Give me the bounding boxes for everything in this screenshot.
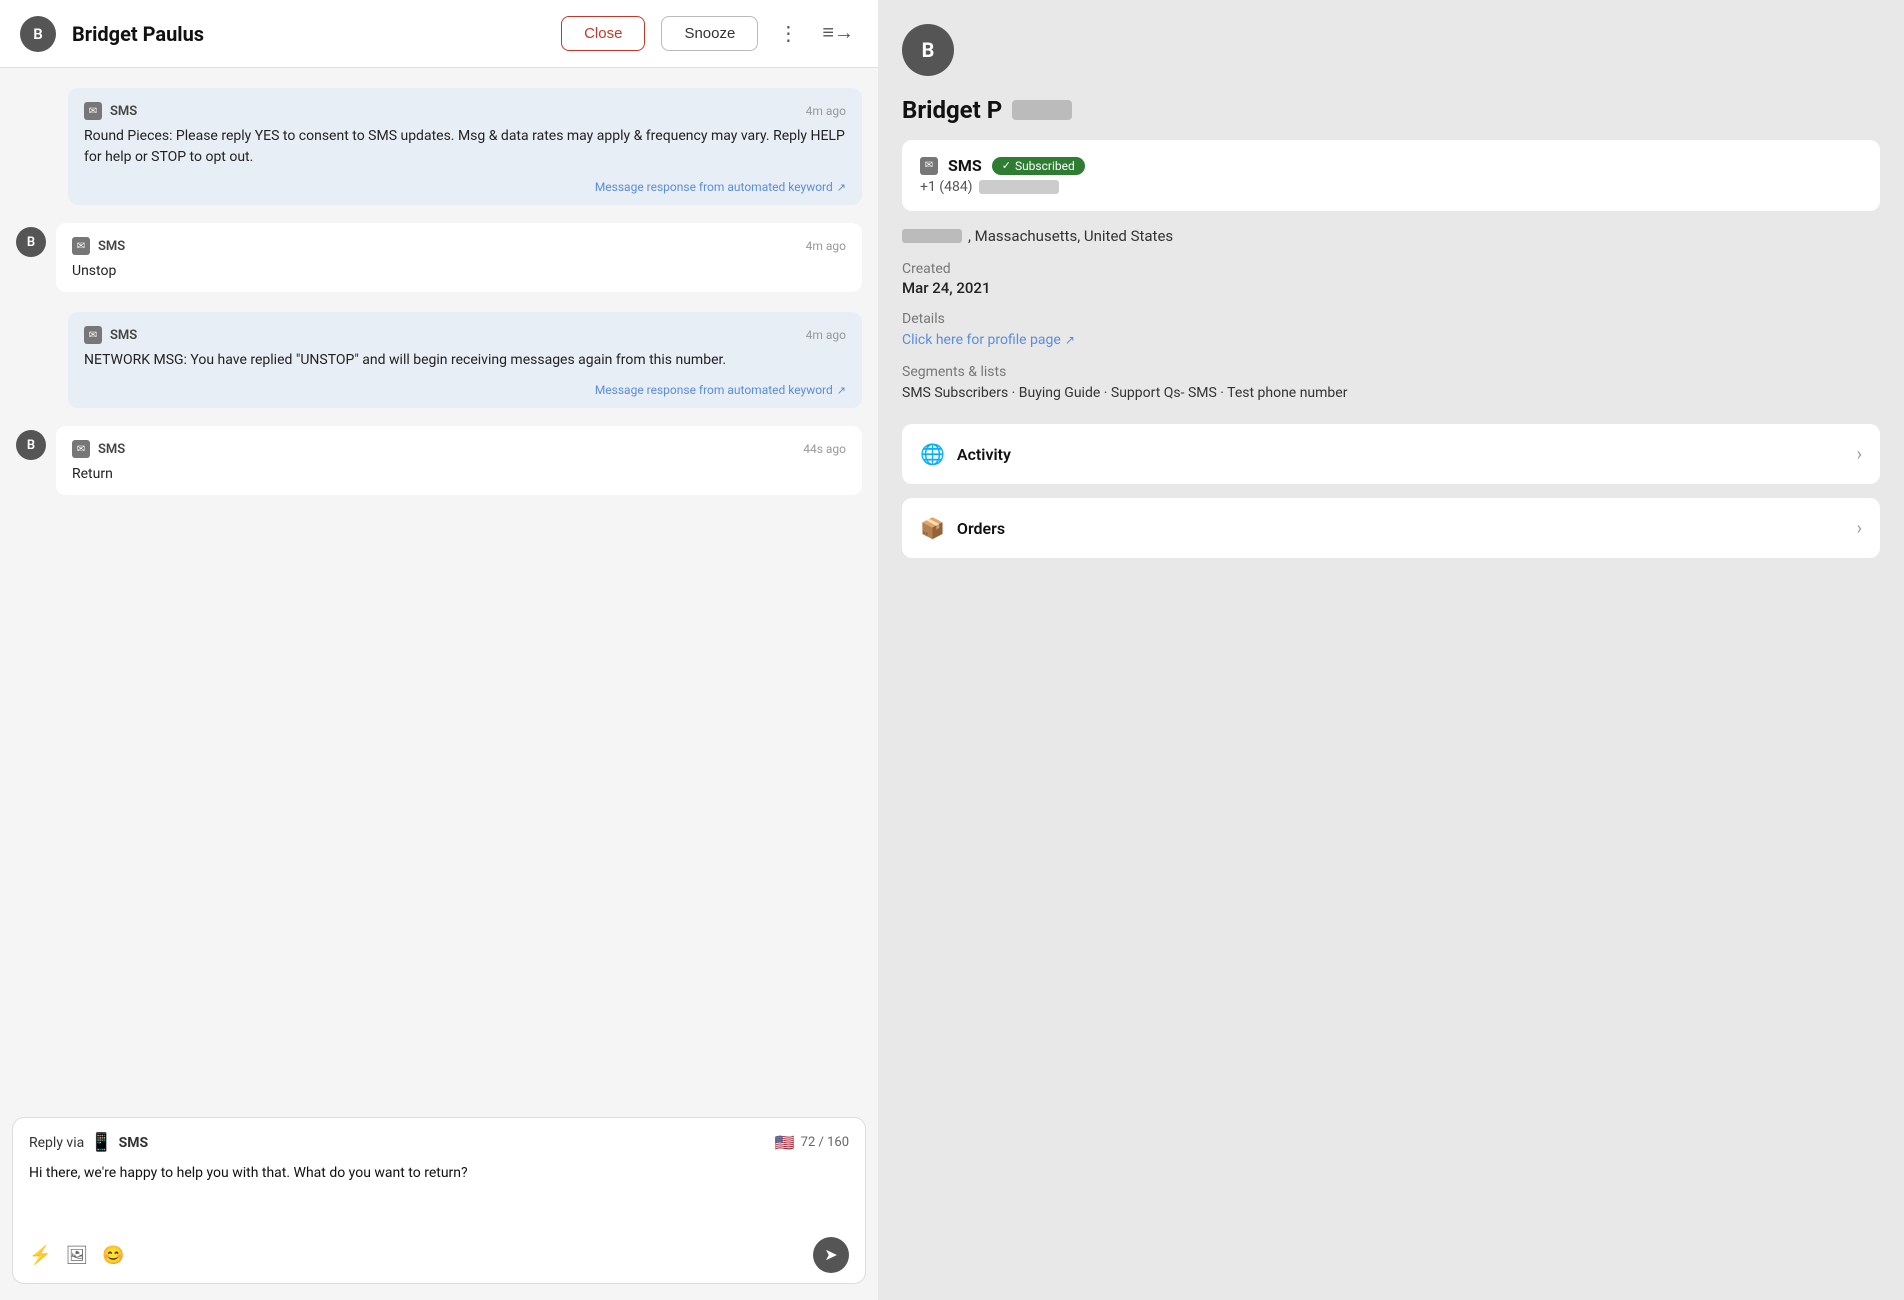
msg-time-4: 44s ago bbox=[803, 442, 846, 456]
name-blur bbox=[1012, 100, 1072, 120]
image-button[interactable]: 🖼 bbox=[65, 1245, 88, 1266]
contact-name-header: Bridget Paulus bbox=[72, 22, 545, 46]
sms-info-card: ✉ SMS Subscribed +1 (484) bbox=[902, 140, 1880, 211]
orders-icon: 📦 bbox=[920, 516, 945, 540]
segments-label: Segments & lists bbox=[902, 364, 1880, 380]
msg-time-1: 4m ago bbox=[806, 104, 846, 118]
segments-section: Segments & lists SMS Subscribers · Buyin… bbox=[902, 364, 1880, 404]
created-date: Mar 24, 2021 bbox=[902, 279, 1880, 297]
message-4: ✉ SMS 44s ago Return bbox=[56, 426, 862, 495]
message-3: ✉ SMS 4m ago NETWORK MSG: You have repli… bbox=[68, 312, 862, 408]
created-label: Created bbox=[902, 261, 1880, 277]
location-blur bbox=[902, 229, 962, 243]
conversation-header: B Bridget Paulus Close Snooze ⋮ ≡→ bbox=[0, 0, 878, 68]
msg-body-1: Round Pieces: Please reply YES to consen… bbox=[84, 126, 846, 168]
orders-label: Orders bbox=[957, 519, 1845, 538]
message-2: ✉ SMS 4m ago Unstop bbox=[56, 223, 862, 292]
msg-footer-link-3[interactable]: Message response from automated keyword bbox=[595, 383, 846, 397]
contact-header: B bbox=[902, 24, 1880, 76]
emoji-button[interactable]: 😊 bbox=[102, 1245, 124, 1266]
reply-toolbar: ⚡ 🖼 😊 ➤ bbox=[29, 1237, 849, 1273]
msg-body-2: Unstop bbox=[72, 261, 846, 282]
segments-text: SMS Subscribers · Buying Guide · Support… bbox=[902, 382, 1880, 404]
msg-channel-1: SMS bbox=[110, 104, 137, 119]
subscribed-badge: Subscribed bbox=[992, 157, 1085, 175]
messages-area: ✉ SMS 4m ago Round Pieces: Please reply … bbox=[0, 68, 878, 1107]
message-1: ✉ SMS 4m ago Round Pieces: Please reply … bbox=[68, 88, 862, 205]
close-button[interactable]: Close bbox=[561, 16, 645, 51]
message-row-4: B ✉ SMS 44s ago Return bbox=[16, 426, 862, 513]
header-avatar: B bbox=[20, 16, 56, 52]
msg-channel-4: SMS bbox=[98, 442, 125, 457]
msg-time-3: 4m ago bbox=[806, 328, 846, 342]
location-row: , Massachusetts, United States bbox=[902, 227, 1880, 245]
contact-full-name: Bridget P bbox=[902, 96, 1880, 124]
sms-icon-1: ✉ bbox=[84, 102, 102, 120]
sms-channel-label: SMS bbox=[948, 156, 982, 175]
sms-icon-2: ✉ bbox=[72, 237, 90, 255]
msg-channel-2: SMS bbox=[98, 239, 125, 254]
msg-time-2: 4m ago bbox=[806, 239, 846, 253]
msg-footer-link-1[interactable]: Message response from automated keyword bbox=[595, 180, 846, 194]
reply-box: Reply via 📱 SMS 🇺🇸 72 / 160 Hi there, we… bbox=[12, 1117, 866, 1284]
profile-page-link[interactable]: Click here for profile page bbox=[902, 332, 1075, 348]
right-panel: B Bridget P ✉ SMS Subscribed +1 (484) , … bbox=[878, 0, 1904, 1300]
reply-input[interactable]: Hi there, we're happy to help you with t… bbox=[29, 1163, 849, 1223]
menu-button[interactable]: ≡→ bbox=[818, 18, 858, 49]
phone-row: +1 (484) bbox=[920, 179, 1862, 195]
phone-blur bbox=[979, 180, 1059, 194]
snooze-button[interactable]: Snooze bbox=[661, 16, 758, 51]
activity-card[interactable]: 🌐 Activity › bbox=[902, 424, 1880, 484]
msg-avatar-4: B bbox=[16, 430, 46, 460]
msg-channel-3: SMS bbox=[110, 328, 137, 343]
created-section: Created Mar 24, 2021 bbox=[902, 261, 1880, 297]
send-button[interactable]: ➤ bbox=[813, 1237, 849, 1273]
msg-avatar-2: B bbox=[16, 227, 46, 257]
sms-icon-3: ✉ bbox=[84, 326, 102, 344]
lightning-button[interactable]: ⚡ bbox=[29, 1245, 51, 1266]
details-label: Details bbox=[902, 311, 1880, 327]
activity-chevron: › bbox=[1857, 444, 1862, 465]
contact-avatar: B bbox=[902, 24, 954, 76]
reply-via-label: Reply via 📱 SMS bbox=[29, 1132, 148, 1153]
msg-body-3: NETWORK MSG: You have replied "UNSTOP" a… bbox=[84, 350, 846, 371]
more-options-button[interactable]: ⋮ bbox=[774, 17, 802, 50]
message-row-2: B ✉ SMS 4m ago Unstop bbox=[16, 223, 862, 310]
orders-chevron: › bbox=[1857, 518, 1862, 539]
sms-card-icon: ✉ bbox=[920, 157, 938, 175]
activity-label: Activity bbox=[957, 445, 1845, 464]
msg-body-4: Return bbox=[72, 464, 846, 485]
orders-card[interactable]: 📦 Orders › bbox=[902, 498, 1880, 558]
activity-icon: 🌐 bbox=[920, 442, 945, 466]
char-count: 🇺🇸 72 / 160 bbox=[775, 1133, 849, 1152]
details-section: Details Click here for profile page bbox=[902, 311, 1880, 348]
sms-icon-4: ✉ bbox=[72, 440, 90, 458]
